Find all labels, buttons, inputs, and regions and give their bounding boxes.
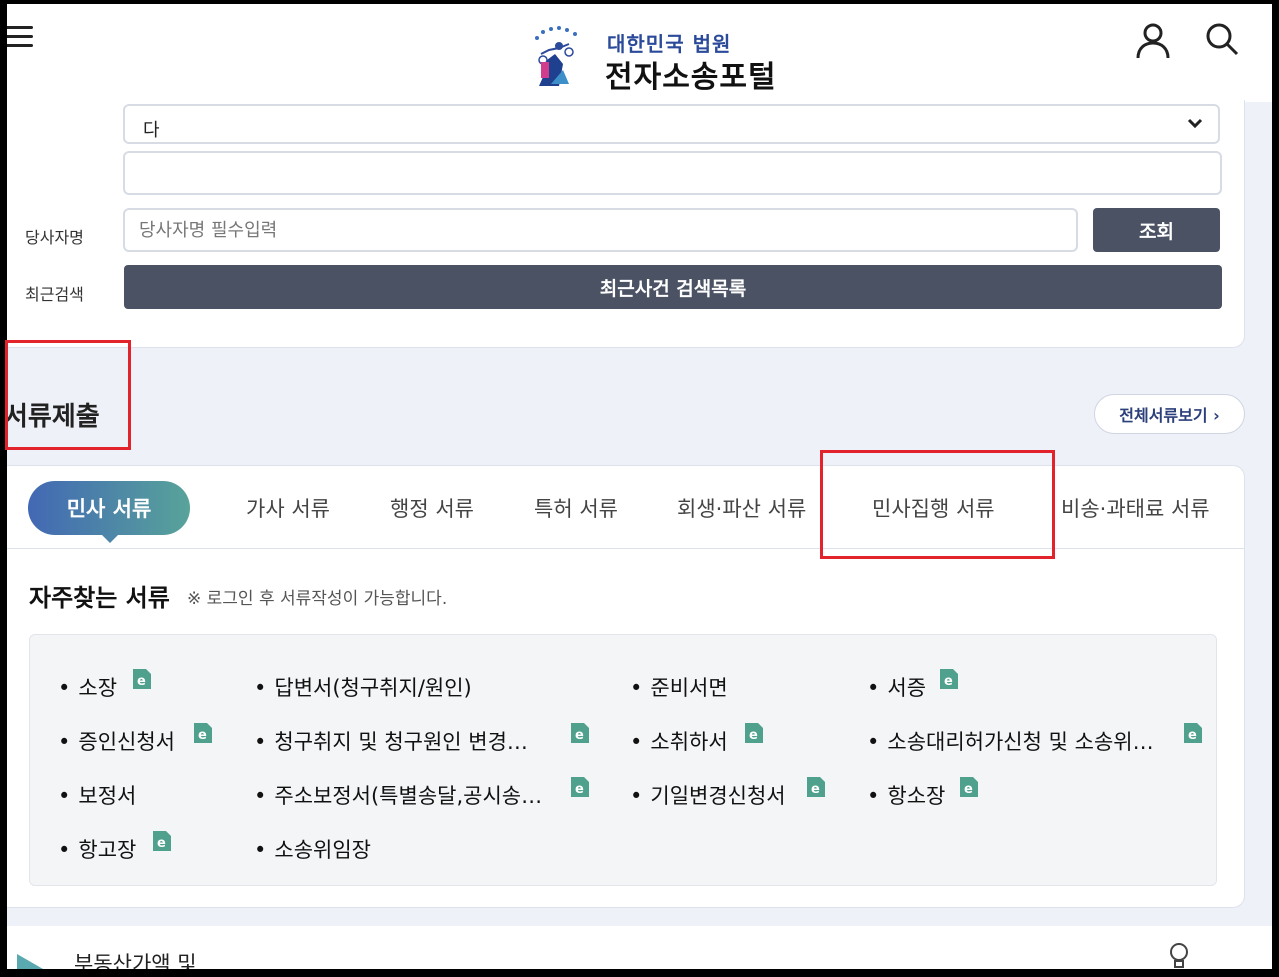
court-emblem-icon bbox=[535, 26, 577, 86]
play-arrow-icon bbox=[17, 954, 43, 969]
case-number-input[interactable] bbox=[123, 151, 1222, 195]
tab-rehabilitation-bankruptcy-documents[interactable]: 회생·파산 서류 bbox=[677, 493, 806, 523]
lightbulb-icon[interactable] bbox=[1167, 942, 1191, 969]
e-form-icon[interactable]: e bbox=[807, 777, 825, 797]
svg-text:e: e bbox=[198, 728, 207, 743]
user-icon[interactable] bbox=[1135, 22, 1171, 60]
active-tab-pointer bbox=[102, 535, 118, 543]
tab-non-litigation-fine-documents[interactable]: 비송·과태료 서류 bbox=[1061, 493, 1210, 523]
e-form-icon[interactable]: e bbox=[1184, 723, 1202, 743]
e-form-icon[interactable]: e bbox=[194, 723, 212, 743]
recent-search-list-button[interactable]: 최근사건 검색목록 bbox=[124, 265, 1222, 309]
list-item[interactable]: • 소취하서 bbox=[630, 726, 728, 756]
svg-text:e: e bbox=[137, 674, 146, 689]
svg-text:e: e bbox=[944, 674, 953, 689]
svg-text:e: e bbox=[811, 782, 820, 797]
list-item[interactable]: • 소장 bbox=[58, 672, 117, 702]
list-item[interactable]: • 기일변경신청서 bbox=[630, 780, 786, 810]
svg-text:e: e bbox=[157, 836, 166, 851]
tab-civil-execution-documents[interactable]: 민사집행 서류 bbox=[872, 493, 995, 523]
tab-family-documents[interactable]: 가사 서류 bbox=[246, 493, 330, 523]
case-type-select-value: 다 bbox=[143, 120, 160, 141]
e-form-icon[interactable]: e bbox=[960, 777, 978, 797]
list-item[interactable]: • 항소장 bbox=[867, 780, 945, 810]
list-item[interactable]: • 항고장 bbox=[58, 834, 136, 864]
list-item[interactable]: • 소송위임장 bbox=[254, 834, 371, 864]
documents-card: 민사 서류 가사 서류 행정 서류 특허 서류 회생·파산 서류 민사집행 서류… bbox=[7, 465, 1245, 908]
list-item[interactable]: • 서증 bbox=[867, 672, 926, 702]
svg-text:e: e bbox=[575, 728, 584, 743]
list-item[interactable]: • 청구취지 및 청구원인 변경… bbox=[254, 726, 528, 756]
e-form-icon[interactable]: e bbox=[745, 723, 763, 743]
list-item[interactable]: • 소송대리허가신청 및 소송위… bbox=[867, 726, 1154, 756]
frequent-documents-title: 자주찾는 서류 bbox=[29, 584, 170, 612]
svg-text:e: e bbox=[964, 782, 973, 797]
list-item[interactable]: • 준비서면 bbox=[630, 672, 728, 702]
tab-civil-documents[interactable]: 민사 서류 bbox=[28, 481, 190, 543]
view-all-documents-button[interactable]: 전체서류보기 › bbox=[1094, 394, 1245, 434]
section-title-document-submission: 서류제출 bbox=[7, 402, 100, 432]
svg-text:e: e bbox=[749, 728, 758, 743]
party-name-input[interactable] bbox=[123, 208, 1078, 252]
logo-title: 전자소송포털 bbox=[605, 60, 777, 95]
recent-search-label: 최근검색 bbox=[25, 285, 84, 304]
top-header: 대한민국 법원 전자소송포털 bbox=[7, 4, 1272, 102]
case-search-card: 다 당사자명 조회 최근검색 최근사건 검색목록 bbox=[7, 100, 1245, 348]
login-required-note: ※ 로그인 후 서류작성이 가능합니다. bbox=[187, 589, 448, 609]
e-form-icon[interactable]: e bbox=[940, 669, 958, 689]
e-form-icon[interactable]: e bbox=[571, 777, 589, 797]
document-category-tabs: 민사 서류 가사 서류 행정 서류 특허 서류 회생·파산 서류 민사집행 서류… bbox=[7, 466, 1245, 549]
list-item[interactable]: • 답변서(청구취지/원인) bbox=[254, 672, 472, 702]
tab-label: 민사 서류 bbox=[66, 497, 152, 521]
list-item[interactable]: • 보정서 bbox=[58, 780, 136, 810]
court-logo[interactable]: 대한민국 법원 전자소송포털 bbox=[525, 22, 785, 95]
hamburger-menu-icon[interactable] bbox=[7, 26, 35, 50]
search-icon[interactable] bbox=[1205, 22, 1239, 56]
list-item[interactable]: • 증인신청서 bbox=[58, 726, 175, 756]
bottom-partial-text[interactable]: 부동산가액 및 bbox=[74, 948, 197, 969]
viewport: 대한민국 법원 전자소송포털 다 당사자명 조회 최근검색 최근사건 검색목록 … bbox=[7, 4, 1272, 969]
frequent-documents-list: • 소장 e • 답변서(청구취지/원인) • 준비서면 • 서증 e • 증인신청서 e… bbox=[29, 634, 1217, 886]
e-form-icon[interactable]: e bbox=[133, 669, 151, 689]
bottom-partial-section: 부동산가액 및 bbox=[7, 926, 1272, 969]
case-type-select[interactable]: 다 bbox=[123, 104, 1220, 144]
svg-text:e: e bbox=[575, 782, 584, 797]
chevron-down-icon bbox=[1187, 118, 1203, 129]
tab-administrative-documents[interactable]: 행정 서류 bbox=[390, 493, 474, 523]
e-form-icon[interactable]: e bbox=[153, 831, 171, 851]
e-form-icon[interactable]: e bbox=[571, 723, 589, 743]
query-button[interactable]: 조회 bbox=[1093, 208, 1220, 252]
list-item[interactable]: • 주소보정서(특별송달,공시송… bbox=[254, 780, 542, 810]
party-name-label: 당사자명 bbox=[25, 228, 84, 247]
tab-patent-documents[interactable]: 특허 서류 bbox=[534, 493, 618, 523]
svg-text:e: e bbox=[1188, 728, 1197, 743]
